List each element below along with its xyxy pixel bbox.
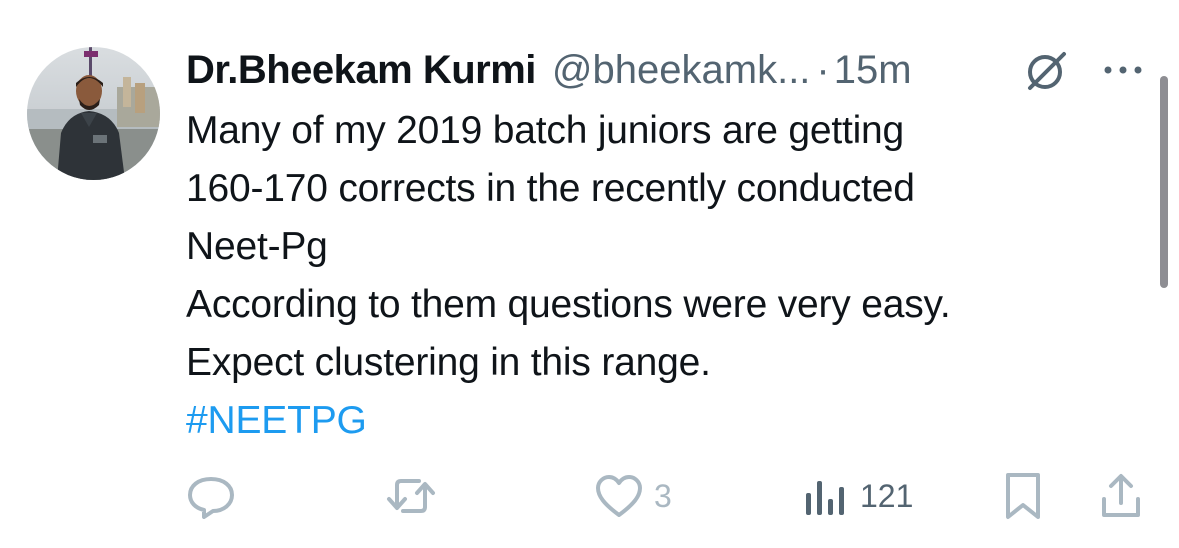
like-button[interactable]: 3 xyxy=(594,470,672,522)
scrollbar[interactable] xyxy=(1160,76,1168,288)
author-handle[interactable]: @bheekamk... xyxy=(552,48,811,93)
views-count: 121 xyxy=(860,477,914,514)
retweet-button[interactable] xyxy=(385,470,437,522)
share-button[interactable] xyxy=(1098,470,1144,522)
author-name[interactable]: Dr.Bheekam Kurmi xyxy=(186,48,536,93)
tweet-text-line: Many of my 2019 batch juniors are gettin… xyxy=(186,109,905,152)
tweet-text-line: According to them questions were very ea… xyxy=(186,283,951,326)
like-count: 3 xyxy=(654,477,672,514)
grok-icon[interactable] xyxy=(1024,48,1070,94)
bookmark-button[interactable] xyxy=(1000,470,1046,522)
hashtag-link[interactable]: #NEETPG xyxy=(186,392,1146,450)
avatar[interactable] xyxy=(27,47,160,180)
tweet-text-line: Neet-Pg xyxy=(186,225,328,268)
tweet-actions: 3 121 xyxy=(0,470,1179,522)
more-icon[interactable] xyxy=(1100,60,1146,80)
heart-icon xyxy=(594,473,644,519)
share-icon xyxy=(1098,471,1144,521)
reply-icon xyxy=(186,473,236,519)
views-button[interactable]: 121 xyxy=(800,470,913,522)
retweet-icon xyxy=(385,473,437,519)
tweet-text: Many of my 2019 batch juniors are gettin… xyxy=(186,102,1146,450)
views-icon xyxy=(800,473,850,519)
tweet-header: Dr.Bheekam Kurmi @bheekamk... · 15m xyxy=(186,40,912,100)
tweet-card[interactable]: Dr.Bheekam Kurmi @bheekamk... · 15m Many… xyxy=(0,0,1179,548)
tweet-text-line: 160-170 corrects in the recently conduct… xyxy=(186,167,915,210)
header-separator: · xyxy=(816,47,830,92)
tweet-timestamp[interactable]: 15m xyxy=(834,48,912,93)
tweet-text-line: Expect clustering in this range. xyxy=(186,341,711,384)
reply-button[interactable] xyxy=(186,470,236,522)
bookmark-icon xyxy=(1000,471,1046,521)
